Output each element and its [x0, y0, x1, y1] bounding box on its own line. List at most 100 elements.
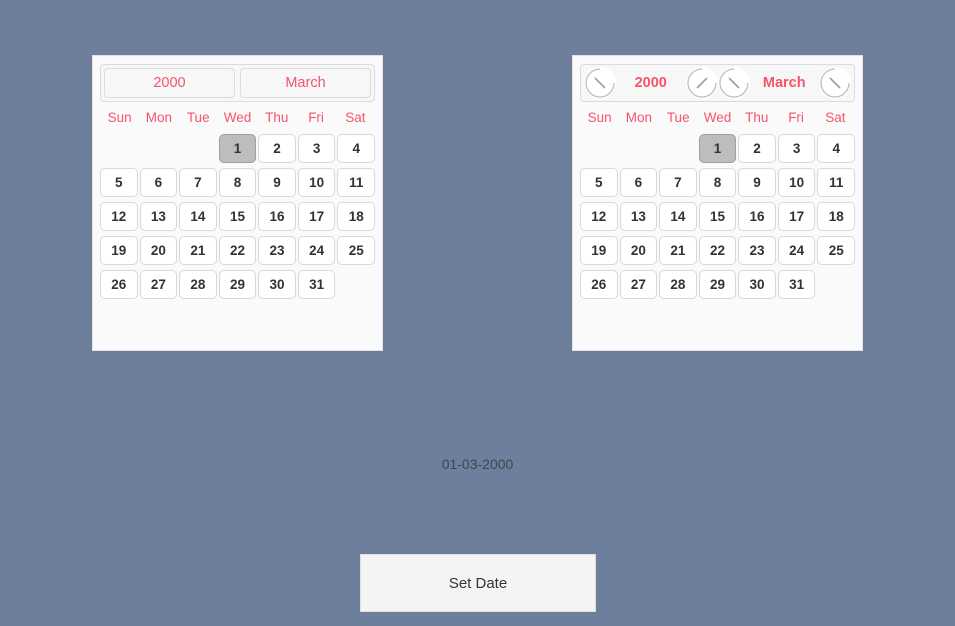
day-cell[interactable]: 21 — [659, 236, 697, 265]
selected-date-readout: 01-03-2000 — [441, 456, 514, 472]
day-cell[interactable]: 15 — [698, 202, 737, 231]
weekday-label: Tue — [666, 110, 690, 125]
day-cell[interactable]: 2 — [738, 134, 776, 163]
day-cell[interactable]: 13 — [619, 202, 658, 231]
day-cell-selected[interactable]: 1 — [218, 134, 257, 163]
day-cell[interactable]: 20 — [139, 236, 178, 265]
day-cell[interactable]: 17 — [777, 202, 816, 231]
day-cell[interactable]: 8 — [698, 168, 737, 197]
day-cell[interactable]: 8 — [218, 168, 257, 197]
day-cell[interactable]: 25 — [817, 236, 855, 265]
day-cell[interactable]: 25 — [337, 236, 375, 265]
day-cell[interactable]: 27 — [619, 270, 658, 299]
day-cell[interactable]: 14 — [179, 202, 217, 231]
day-cell[interactable]: 20 — [619, 236, 658, 265]
day-cell[interactable]: 14 — [659, 202, 697, 231]
day-cell[interactable]: 16 — [738, 202, 776, 231]
year-increment-icon[interactable] — [685, 67, 718, 99]
day-cell[interactable]: 12 — [100, 202, 138, 231]
weekday-label: Wed — [223, 110, 252, 125]
day-cell[interactable]: 16 — [258, 202, 296, 231]
day-cell[interactable]: 11 — [817, 168, 855, 197]
day-cell[interactable]: 24 — [297, 236, 336, 265]
day-cell[interactable]: 26 — [100, 270, 138, 299]
day-cell[interactable]: 11 — [337, 168, 375, 197]
weekday-label: Sun — [107, 110, 132, 125]
weekday-label: Mon — [145, 110, 173, 125]
day-cell[interactable]: 15 — [218, 202, 257, 231]
month-label: March — [762, 75, 806, 91]
weekday-label: Thu — [265, 110, 289, 125]
day-cell[interactable]: 9 — [258, 168, 296, 197]
day-cell[interactable]: 6 — [139, 168, 178, 197]
weekday-header-row-left: Sun Mon Tue Wed Thu Fri Sat — [100, 108, 375, 128]
day-cell[interactable]: 31 — [777, 270, 816, 299]
day-cell-empty — [179, 134, 217, 163]
day-cell[interactable]: 28 — [659, 270, 697, 299]
day-cell[interactable]: 31 — [297, 270, 336, 299]
day-cell[interactable]: 18 — [817, 202, 855, 231]
day-cell[interactable]: 30 — [738, 270, 776, 299]
day-cell[interactable]: 23 — [738, 236, 776, 265]
day-cell[interactable]: 10 — [297, 168, 336, 197]
day-cell[interactable]: 9 — [738, 168, 776, 197]
day-cell[interactable]: 12 — [580, 202, 618, 231]
calendar-panel-right: 2000 March Sun Mon Tue Wed Thu Fri Sat 1… — [572, 55, 863, 351]
day-cell[interactable]: 3 — [777, 134, 816, 163]
weekday-header-row-right: Sun Mon Tue Wed Thu Fri Sat — [580, 108, 855, 128]
day-cell[interactable]: 6 — [619, 168, 658, 197]
day-cell[interactable]: 5 — [580, 168, 618, 197]
day-cell[interactable]: 21 — [179, 236, 217, 265]
day-cell[interactable]: 17 — [297, 202, 336, 231]
day-cell[interactable]: 7 — [179, 168, 217, 197]
month-selector-button[interactable]: March — [240, 68, 371, 98]
day-cell[interactable]: 2 — [258, 134, 296, 163]
day-grid-right: 1 2 3 4 5 6 7 8 9 10 11 12 13 14 15 16 17 18 19 20 21 22 23 24 2… — [580, 134, 855, 299]
day-cell[interactable]: 18 — [337, 202, 375, 231]
day-cell[interactable]: 3 — [297, 134, 336, 163]
weekday-label: Fri — [308, 110, 324, 125]
month-increment-icon[interactable] — [819, 67, 851, 99]
day-cell[interactable]: 24 — [777, 236, 816, 265]
day-cell[interactable]: 5 — [100, 168, 138, 197]
day-cell-empty — [140, 134, 178, 163]
day-cell-empty — [580, 134, 618, 163]
day-cell[interactable]: 19 — [100, 236, 138, 265]
weekday-label: Fri — [788, 110, 804, 125]
set-date-button[interactable]: Set Date — [360, 554, 596, 612]
day-cell[interactable]: 13 — [139, 202, 178, 231]
weekday-label: Sat — [825, 110, 846, 125]
day-cell-empty — [620, 134, 658, 163]
year-decrement-icon[interactable] — [584, 67, 616, 99]
day-cell-selected[interactable]: 1 — [698, 134, 737, 163]
day-cell[interactable]: 28 — [179, 270, 217, 299]
weekday-label: Wed — [703, 110, 732, 125]
weekday-label: Sun — [587, 110, 612, 125]
weekday-label: Sat — [345, 110, 366, 125]
day-cell-empty — [100, 134, 138, 163]
day-cell[interactable]: 27 — [139, 270, 178, 299]
calendar-panel-left: 2000 March Sun Mon Tue Wed Thu Fri Sat 1… — [92, 55, 383, 351]
day-cell[interactable]: 22 — [218, 236, 257, 265]
day-cell[interactable]: 30 — [258, 270, 296, 299]
year-selector-button[interactable]: 2000 — [104, 68, 235, 98]
weekday-label: Tue — [186, 110, 210, 125]
weekday-label: Thu — [745, 110, 769, 125]
calendar-left-header: 2000 March — [100, 64, 375, 102]
day-cell[interactable]: 29 — [218, 270, 257, 299]
day-cell-empty — [659, 134, 697, 163]
day-cell[interactable]: 23 — [258, 236, 296, 265]
day-cell[interactable]: 7 — [659, 168, 697, 197]
day-grid-left: 1 2 3 4 5 6 7 8 9 10 11 12 13 14 15 16 17 18 19 20 21 22 23 24 2… — [100, 134, 375, 299]
day-cell[interactable]: 4 — [337, 134, 375, 163]
month-decrement-icon[interactable] — [717, 67, 750, 99]
day-cell[interactable]: 22 — [698, 236, 737, 265]
day-cell[interactable]: 4 — [817, 134, 855, 163]
weekday-label: Mon — [625, 110, 653, 125]
day-cell[interactable]: 29 — [698, 270, 737, 299]
year-label: 2000 — [634, 75, 667, 91]
day-cell[interactable]: 26 — [580, 270, 618, 299]
day-cell[interactable]: 19 — [580, 236, 618, 265]
day-cell[interactable]: 10 — [777, 168, 816, 197]
calendar-right-header: 2000 March — [580, 64, 855, 102]
